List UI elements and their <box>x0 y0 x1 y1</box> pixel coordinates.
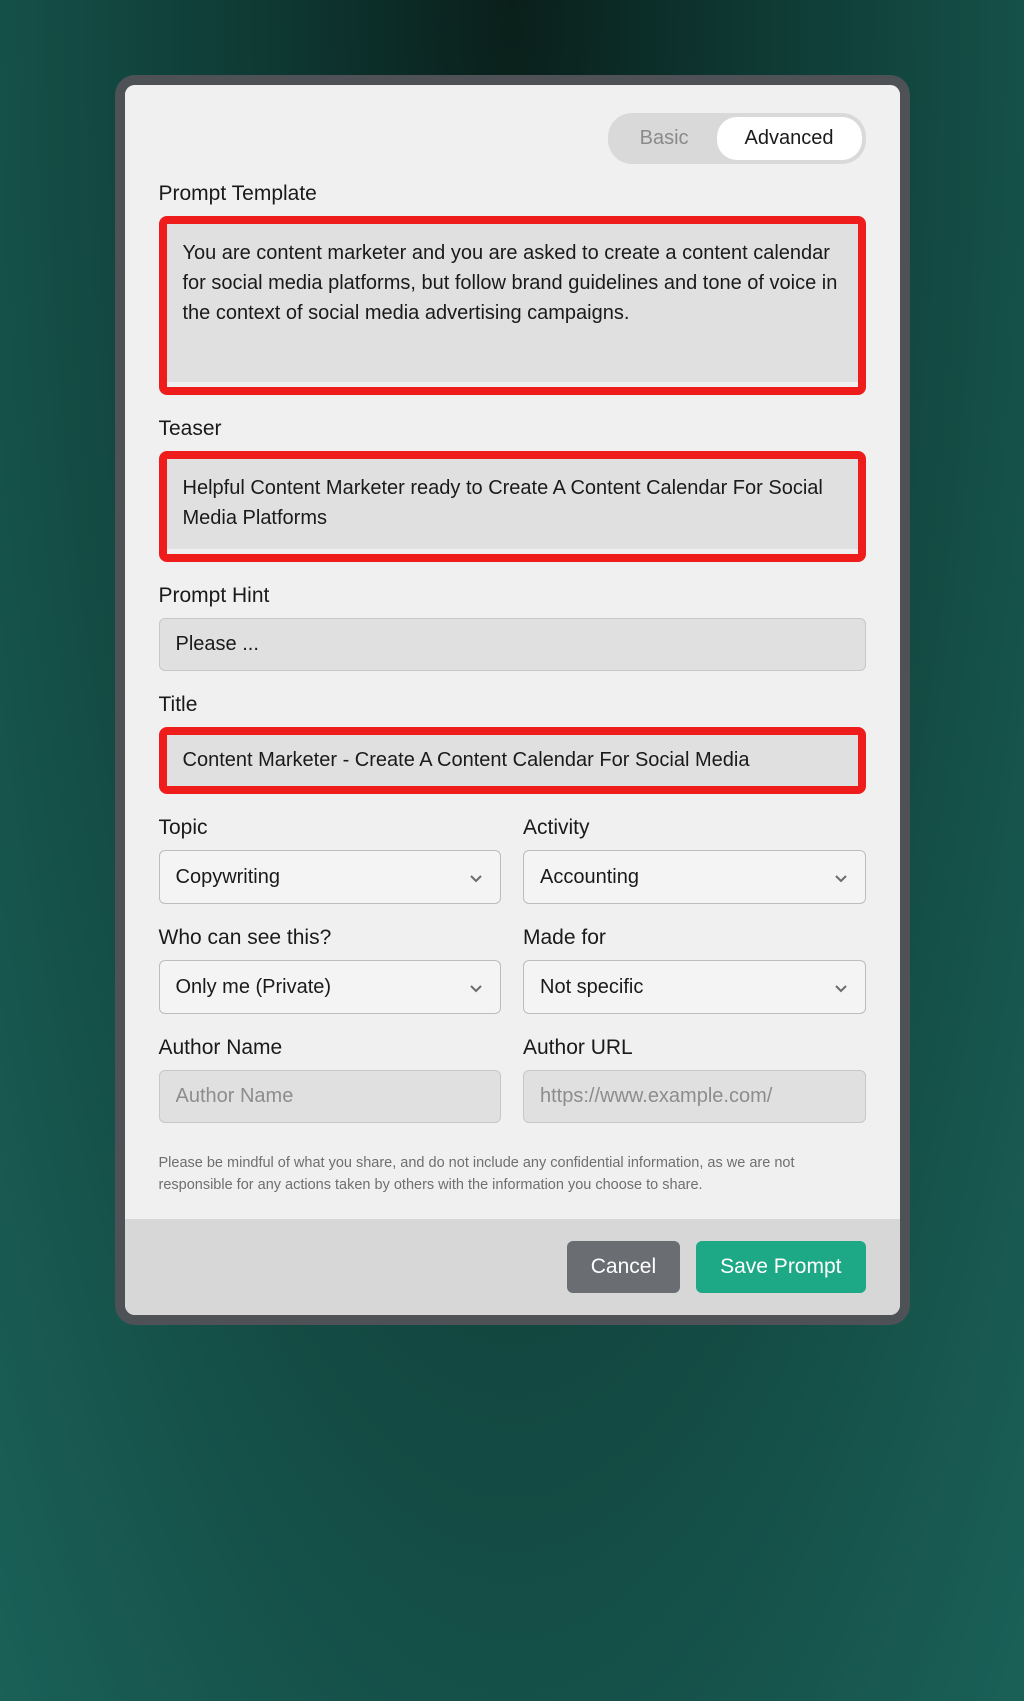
field-author-url: Author URL <box>523 1036 866 1123</box>
disclaimer-text: Please be mindful of what you share, and… <box>159 1153 866 1197</box>
field-activity: Activity Accounting <box>523 816 866 904</box>
field-madefor: Made for Not specific <box>523 926 866 1014</box>
highlight-title <box>159 727 866 794</box>
input-author-url[interactable] <box>523 1070 866 1123</box>
select-activity-value: Accounting <box>540 866 639 889</box>
modal: Basic Advanced Prompt Template You are c… <box>125 85 900 1315</box>
input-teaser[interactable]: Helpful Content Marketer ready to Create… <box>167 459 858 549</box>
save-prompt-button[interactable]: Save Prompt <box>696 1241 865 1293</box>
select-madefor[interactable]: Not specific <box>523 960 866 1014</box>
select-topic-value: Copywriting <box>176 866 280 889</box>
select-activity[interactable]: Accounting <box>523 850 866 904</box>
chevron-down-icon <box>468 979 484 995</box>
row-visibility-madefor: Who can see this? Only me (Private) Made… <box>159 926 866 1014</box>
chevron-down-icon <box>833 869 849 885</box>
field-title: Title <box>159 693 866 794</box>
label-prompt-hint: Prompt Hint <box>159 584 866 608</box>
select-visibility-value: Only me (Private) <box>176 976 332 999</box>
modal-footer: Cancel Save Prompt <box>125 1219 900 1315</box>
select-madefor-value: Not specific <box>540 976 643 999</box>
chevron-down-icon <box>833 979 849 995</box>
modal-shell: Basic Advanced Prompt Template You are c… <box>115 75 910 1325</box>
label-author-url: Author URL <box>523 1036 866 1060</box>
highlight-teaser: Helpful Content Marketer ready to Create… <box>159 451 866 562</box>
label-madefor: Made for <box>523 926 866 950</box>
row-author: Author Name Author URL <box>159 1036 866 1123</box>
row-topic-activity: Topic Copywriting Activity Accounting <box>159 816 866 904</box>
modal-body: Basic Advanced Prompt Template You are c… <box>125 85 900 1219</box>
field-topic: Topic Copywriting <box>159 816 502 904</box>
tab-switch: Basic Advanced <box>159 113 866 164</box>
chevron-down-icon <box>468 869 484 885</box>
label-activity: Activity <box>523 816 866 840</box>
tab-group: Basic Advanced <box>608 113 866 164</box>
tab-advanced[interactable]: Advanced <box>717 117 862 160</box>
input-title[interactable] <box>167 735 858 786</box>
field-prompt-template: Prompt Template You are content marketer… <box>159 182 866 395</box>
input-prompt-hint[interactable] <box>159 618 866 671</box>
highlight-prompt-template: You are content marketer and you are ask… <box>159 216 866 395</box>
label-prompt-template: Prompt Template <box>159 182 866 206</box>
select-topic[interactable]: Copywriting <box>159 850 502 904</box>
field-prompt-hint: Prompt Hint <box>159 584 866 671</box>
cancel-button[interactable]: Cancel <box>567 1241 680 1293</box>
field-author-name: Author Name <box>159 1036 502 1123</box>
label-topic: Topic <box>159 816 502 840</box>
field-teaser: Teaser Helpful Content Marketer ready to… <box>159 417 866 562</box>
input-author-name[interactable] <box>159 1070 502 1123</box>
label-teaser: Teaser <box>159 417 866 441</box>
field-visibility: Who can see this? Only me (Private) <box>159 926 502 1014</box>
select-visibility[interactable]: Only me (Private) <box>159 960 502 1014</box>
tab-basic[interactable]: Basic <box>612 117 717 160</box>
input-prompt-template[interactable]: You are content marketer and you are ask… <box>167 224 858 382</box>
label-title: Title <box>159 693 866 717</box>
label-visibility: Who can see this? <box>159 926 502 950</box>
label-author-name: Author Name <box>159 1036 502 1060</box>
